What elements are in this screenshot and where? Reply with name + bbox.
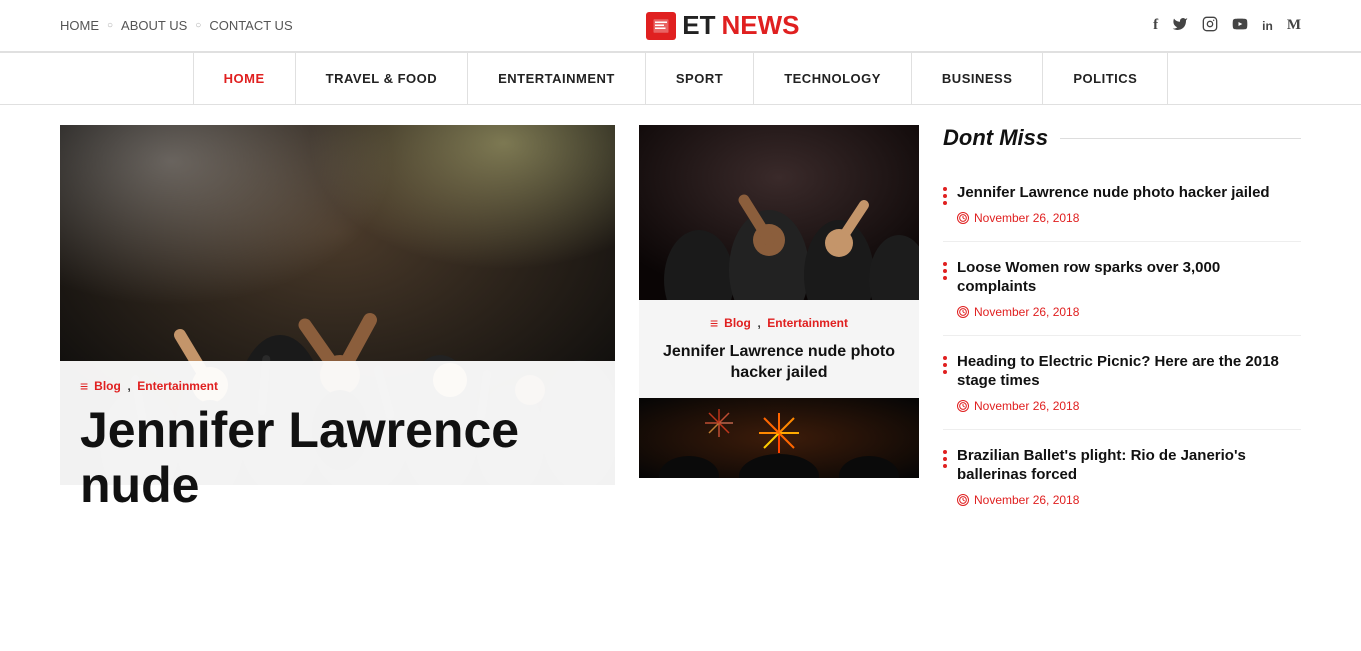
nav-contact[interactable]: CONTACT US [209, 18, 292, 33]
sidebar-item-date-3: November 26, 2018 [957, 493, 1301, 507]
dot-1c [943, 276, 947, 280]
article-tag-blog-1[interactable]: Blog [724, 316, 751, 330]
tag-sep: , [127, 377, 131, 395]
featured-caption: ≡ Blog , Entertainment Jennifer Lawrence… [60, 361, 615, 523]
article-tags-1: ≡ Blog , Entertainment [655, 314, 903, 332]
dot-0a [943, 187, 947, 191]
article-card-title-1: Jennifer Lawrence nude photo hacker jail… [655, 342, 903, 384]
article-tag-ent-1[interactable]: Entertainment [767, 316, 848, 330]
sidebar-title-line [1060, 138, 1301, 139]
site-logo[interactable]: ET NEWS [646, 10, 799, 41]
article-tag-icon-1: ≡ [710, 315, 718, 331]
article-svg-2 [639, 398, 919, 478]
sidebar-item-date-1: November 26, 2018 [957, 305, 1301, 319]
sidebar-item-date-2: November 26, 2018 [957, 399, 1301, 413]
clock-icon-2 [957, 400, 969, 412]
sidebar-item-title-2: Heading to Electric Picnic? Here are the… [957, 352, 1301, 391]
sidebar-content-0: Jennifer Lawrence nude photo hacker jail… [957, 183, 1270, 225]
sidebar-dot-3 [943, 446, 947, 507]
sidebar-date-text-3: November 26, 2018 [974, 493, 1079, 507]
sidebar-dot-1 [943, 258, 947, 319]
sidebar-date-text-0: November 26, 2018 [974, 211, 1079, 225]
article-card-body-1: ≡ Blog , Entertainment Jennifer Lawrence… [639, 300, 919, 398]
dot-3b [943, 457, 947, 461]
tag-blog[interactable]: Blog [94, 379, 121, 393]
nav-about[interactable]: ABOUT US [121, 18, 187, 33]
sidebar-content-1: Loose Women row sparks over 3,000 compla… [957, 258, 1301, 319]
sidebar-item-title-3: Brazilian Ballet's plight: Rio de Janeri… [957, 446, 1301, 485]
sidebar-content-3: Brazilian Ballet's plight: Rio de Janeri… [957, 446, 1301, 507]
linkedin-icon[interactable]: in [1262, 19, 1273, 33]
main-content: ≡ Blog , Entertainment Jennifer Lawrence… [0, 105, 1361, 543]
dot-2b [943, 363, 947, 367]
clock-icon-0 [957, 212, 969, 224]
sidebar-item-0: Jennifer Lawrence nude photo hacker jail… [943, 167, 1301, 242]
instagram-icon[interactable] [1202, 16, 1218, 36]
sidebar-item-title-1: Loose Women row sparks over 3,000 compla… [957, 258, 1301, 297]
tag-entertainment[interactable]: Entertainment [137, 379, 218, 393]
article-svg-1 [639, 125, 919, 300]
logo-icon [646, 12, 676, 40]
middle-column: ≡ Blog , Entertainment Jennifer Lawrence… [639, 125, 919, 523]
nav-business[interactable]: BUSINESS [912, 53, 1043, 104]
top-nav: HOME ○ ABOUT US ○ CONTACT US [60, 18, 293, 33]
sidebar-item-3: Brazilian Ballet's plight: Rio de Janeri… [943, 430, 1301, 523]
sidebar-content-2: Heading to Electric Picnic? Here are the… [957, 352, 1301, 413]
clock-icon-1 [957, 306, 969, 318]
sidebar-item-date-0: November 26, 2018 [957, 211, 1270, 225]
sidebar: Dont Miss Jennifer Lawrence nude photo h… [943, 125, 1301, 523]
dot-1b [943, 269, 947, 273]
article-tag-sep-1: , [757, 314, 761, 332]
nav-travel[interactable]: TRAVEL & FOOD [296, 53, 468, 104]
sidebar-items: Jennifer Lawrence nude photo hacker jail… [943, 167, 1301, 523]
logo-svg [652, 17, 670, 35]
nav-politics[interactable]: POLITICS [1043, 53, 1168, 104]
twitter-icon[interactable] [1172, 16, 1188, 36]
featured-title: Jennifer Lawrence nude [80, 403, 595, 513]
tag-icon: ≡ [80, 378, 88, 394]
article-card-1: ≡ Blog , Entertainment Jennifer Lawrence… [639, 125, 919, 398]
article-image-2 [639, 398, 919, 478]
sidebar-date-text-2: November 26, 2018 [974, 399, 1079, 413]
sep-2: ○ [195, 20, 201, 31]
dot-3c [943, 464, 947, 468]
sep-1: ○ [107, 20, 113, 31]
sidebar-item-1: Loose Women row sparks over 3,000 compla… [943, 242, 1301, 336]
featured-article: ≡ Blog , Entertainment Jennifer Lawrence… [60, 125, 615, 523]
facebook-icon[interactable]: f [1153, 17, 1158, 34]
sidebar-dot-0 [943, 183, 947, 225]
clock-icon-3 [957, 494, 969, 506]
sidebar-title-text: Dont Miss [943, 125, 1048, 151]
main-nav: HOME TRAVEL & FOOD ENTERTAINMENT SPORT T… [0, 52, 1361, 105]
sidebar-dot-2 [943, 352, 947, 413]
youtube-icon[interactable] [1232, 16, 1248, 36]
nav-entertainment[interactable]: ENTERTAINMENT [468, 53, 646, 104]
dot-3a [943, 450, 947, 454]
dot-0b [943, 194, 947, 198]
top-bar: HOME ○ ABOUT US ○ CONTACT US ET NEWS f i… [0, 0, 1361, 52]
medium-icon[interactable]: M [1287, 17, 1301, 34]
sidebar-date-text-1: November 26, 2018 [974, 305, 1079, 319]
dot-0c [943, 201, 947, 205]
dot-2a [943, 356, 947, 360]
sidebar-item-2: Heading to Electric Picnic? Here are the… [943, 336, 1301, 430]
social-icons: f in M [1153, 16, 1301, 36]
nav-technology[interactable]: TECHNOLOGY [754, 53, 912, 104]
sidebar-title: Dont Miss [943, 125, 1301, 151]
logo-news: NEWS [722, 10, 800, 41]
article-card-2 [639, 398, 919, 478]
dot-1a [943, 262, 947, 266]
nav-home-main[interactable]: HOME [193, 53, 296, 104]
article-image-1 [639, 125, 919, 300]
featured-tags: ≡ Blog , Entertainment [80, 377, 595, 395]
nav-sport[interactable]: SPORT [646, 53, 754, 104]
sidebar-item-title-0: Jennifer Lawrence nude photo hacker jail… [957, 183, 1270, 203]
dot-2c [943, 370, 947, 374]
nav-home[interactable]: HOME [60, 18, 99, 33]
logo-et: ET [682, 10, 715, 41]
